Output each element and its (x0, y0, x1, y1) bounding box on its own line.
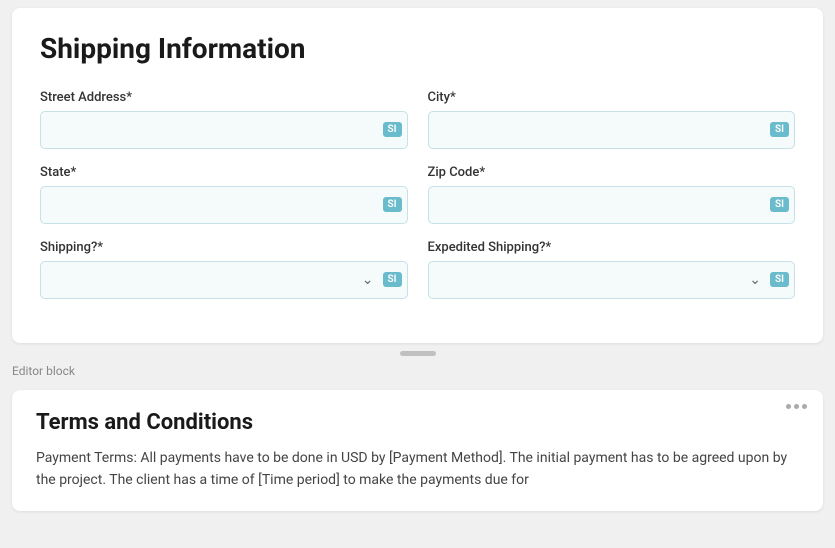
state-group: State* SI (40, 165, 408, 224)
city-group: City* SI (428, 90, 796, 149)
form-row-3: Shipping?* ⌄ SI Expedited Shipping?* ⌄ S… (40, 240, 795, 299)
drag-handle-area (12, 343, 823, 360)
zip-code-label: Zip Code* (428, 165, 796, 180)
zip-code-group: Zip Code* SI (428, 165, 796, 224)
page-wrapper: Shipping Information Street Address* SI … (0, 0, 835, 519)
terms-card-menu[interactable] (786, 404, 807, 409)
menu-dot-2 (794, 404, 799, 409)
street-address-input-wrapper: SI (40, 111, 408, 149)
expedited-shipping-select[interactable] (428, 261, 796, 299)
expedited-shipping-select-wrapper: ⌄ SI (428, 261, 796, 299)
drag-handle[interactable] (400, 351, 436, 356)
form-row-2: State* SI Zip Code* SI (40, 165, 795, 224)
state-input-wrapper: SI (40, 186, 408, 224)
street-address-label: Street Address* (40, 90, 408, 105)
zip-code-input-wrapper: SI (428, 186, 796, 224)
menu-dot-3 (802, 404, 807, 409)
shipping-select[interactable] (40, 261, 408, 299)
shipping-select-wrapper: ⌄ SI (40, 261, 408, 299)
street-address-group: Street Address* SI (40, 90, 408, 149)
shipping-label: Shipping?* (40, 240, 408, 255)
terms-text: Payment Terms: All payments have to be d… (36, 447, 799, 492)
shipping-group: Shipping?* ⌄ SI (40, 240, 408, 299)
state-input[interactable] (40, 186, 408, 224)
terms-title: Terms and Conditions (36, 410, 799, 435)
menu-dot-1 (786, 404, 791, 409)
state-label: State* (40, 165, 408, 180)
shipping-card: Shipping Information Street Address* SI … (12, 8, 823, 343)
zip-code-input[interactable] (428, 186, 796, 224)
terms-card: Terms and Conditions Payment Terms: All … (12, 390, 823, 512)
shipping-title: Shipping Information (40, 32, 795, 66)
city-input[interactable] (428, 111, 796, 149)
street-address-input[interactable] (40, 111, 408, 149)
expedited-shipping-group: Expedited Shipping?* ⌄ SI (428, 240, 796, 299)
city-input-wrapper: SI (428, 111, 796, 149)
city-label: City* (428, 90, 796, 105)
form-row-1: Street Address* SI City* SI (40, 90, 795, 149)
editor-block-label: Editor block (12, 360, 823, 386)
expedited-shipping-label: Expedited Shipping?* (428, 240, 796, 255)
